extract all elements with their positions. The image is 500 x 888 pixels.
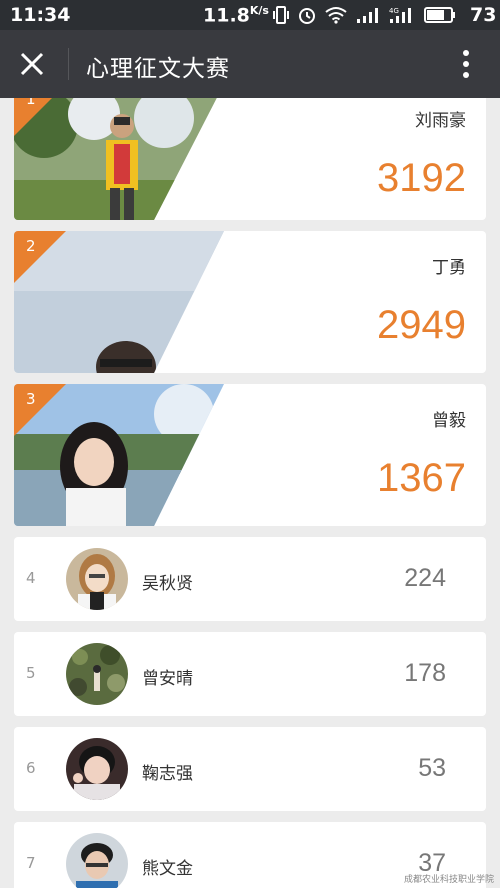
nav-divider xyxy=(68,48,69,80)
close-icon[interactable] xyxy=(14,46,50,82)
vote-count: 1367 xyxy=(377,456,466,500)
page-title: 心理征文大赛 xyxy=(86,56,230,82)
network-speed: 11.8K/s xyxy=(203,4,269,26)
entry-name: 吴秋贤 xyxy=(142,574,193,594)
svg-text:4G: 4G xyxy=(389,7,399,15)
avatar xyxy=(66,833,128,888)
rank-number: 4 xyxy=(26,569,36,587)
status-bar: 11:34 11.8K/s 4G 73 xyxy=(0,0,500,30)
vote-count: 224 xyxy=(404,564,446,592)
nav-bar: 心理征文大赛 xyxy=(0,30,500,98)
rank-number: 6 xyxy=(26,759,36,777)
vote-count: 53 xyxy=(418,754,446,782)
status-time: 11:34 xyxy=(10,4,71,26)
entry-name: 鞠志强 xyxy=(142,764,193,784)
rank-flag xyxy=(14,98,52,136)
vote-count: 2949 xyxy=(377,303,466,347)
network-speed-value: 11.8 xyxy=(203,4,250,27)
network-speed-unit: K/s xyxy=(249,4,269,17)
rank-number: 2 xyxy=(26,237,36,255)
avatar xyxy=(66,548,128,610)
entry-name: 丁勇 xyxy=(432,258,466,278)
list-entry-card[interactable]: 4 吴秋贤 224 xyxy=(14,537,486,621)
vote-count: 178 xyxy=(404,659,446,687)
rank-number: 7 xyxy=(26,854,36,872)
signal-icon xyxy=(357,8,378,23)
avatar xyxy=(66,643,128,705)
watermark: 成都农业科技职业学院 xyxy=(403,875,494,885)
vote-count: 3192 xyxy=(377,156,466,200)
alarm-icon xyxy=(299,8,315,24)
rank-number: 3 xyxy=(26,390,36,408)
ranking-list: 1 刘雨豪 3192 2 丁勇 2949 3 曾毅 1367 4 吴秋贤 224… xyxy=(0,98,500,888)
rank-flag xyxy=(14,384,66,436)
status-icons: 4G xyxy=(273,6,456,24)
avatar xyxy=(66,738,128,800)
top-entry-card[interactable]: 3 曾毅 1367 xyxy=(14,384,486,526)
entry-name: 刘雨豪 xyxy=(415,111,466,131)
list-entry-card[interactable]: 6 鞠志强 53 xyxy=(14,727,486,811)
battery-icon xyxy=(424,7,455,23)
entry-name: 熊文金 xyxy=(142,859,193,879)
vibrate-icon xyxy=(273,6,289,24)
entry-name: 曾安晴 xyxy=(142,669,193,689)
top-entry-card[interactable]: 2 丁勇 2949 xyxy=(14,231,486,373)
entry-name: 曾毅 xyxy=(432,411,466,431)
list-entry-card[interactable]: 5 曾安晴 178 xyxy=(14,632,486,716)
signal-4g-icon: 4G xyxy=(389,7,411,23)
rank-number: 1 xyxy=(26,98,36,108)
rank-number: 5 xyxy=(26,664,36,682)
wifi-icon xyxy=(325,7,347,24)
battery-percent: 73 xyxy=(470,4,497,26)
top-entry-card[interactable]: 1 刘雨豪 3192 xyxy=(14,98,486,220)
rank-flag xyxy=(14,231,66,283)
more-menu-icon[interactable] xyxy=(452,46,480,82)
